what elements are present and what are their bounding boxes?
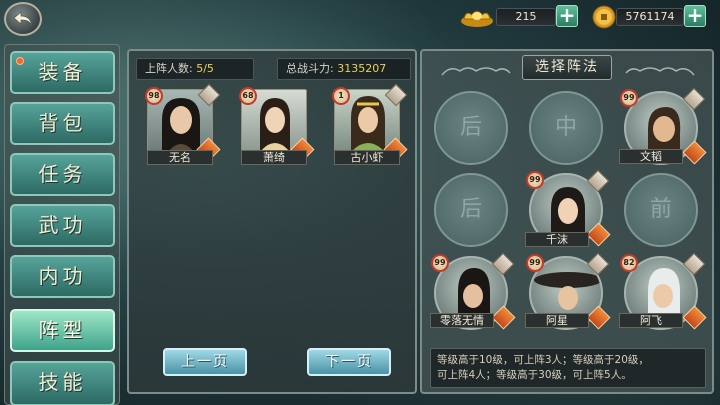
next-page-button[interactable]: 下一页 [307, 348, 391, 376]
total-power-label: 总战斗力: [286, 62, 334, 75]
hero-card[interactable]: 98 无名 [145, 83, 221, 165]
hero-card[interactable]: 1 古小虾 [332, 83, 408, 165]
hero-name: 古小虾 [334, 150, 400, 165]
coin-currency: 5761174 + [592, 5, 710, 29]
formation-slot-back[interactable]: 后 [434, 173, 508, 247]
hero-level: 1 [332, 87, 350, 105]
sidebar-item-tasks[interactable]: 任务 [10, 153, 115, 196]
sidebar-item-skills[interactable]: 技能 [10, 361, 115, 405]
hero-name: 无名 [147, 150, 213, 165]
hero-name: 阿飞 [619, 313, 683, 328]
coin-amount: 5761174 [616, 8, 684, 26]
sidebar-item-label: 内功 [38, 264, 87, 288]
hero-level: 68 [239, 87, 257, 105]
add-gold-button[interactable]: + [556, 5, 578, 27]
hero-level: 99 [526, 171, 544, 189]
sidebar-item-label: 阵型 [38, 318, 87, 342]
cloud-ornament-icon [441, 67, 511, 76]
hero-level: 99 [431, 254, 449, 272]
hero-level: 82 [620, 254, 638, 272]
hero-level: 99 [526, 254, 544, 272]
rules-line: 可上阵4人；等级高于30级，可上阵5人。 [437, 369, 632, 381]
back-button[interactable] [4, 2, 42, 36]
hero-name: 千沫 [525, 232, 589, 247]
lineup-panel: 上阵人数: 5/5 总战斗力: 3135207 98 无名 68 萧绮 1 古小… [127, 49, 417, 394]
sidebar: 装备 背包 任务 武功 内功 阵型 技能 [4, 44, 120, 405]
back-arrow-icon [13, 11, 33, 27]
formation-slot-back[interactable]: 后 [434, 91, 508, 165]
prev-page-button[interactable]: 上一页 [163, 348, 247, 376]
hero-name: 零落无情 [430, 313, 494, 328]
lineup-count-label: 上阵人数: [145, 62, 193, 75]
hero-level: 98 [145, 87, 163, 105]
rules-line: 等级高于10级，可上阵3人；等级高于20级， [437, 354, 649, 366]
sidebar-item-formation[interactable]: 阵型 [10, 309, 115, 352]
hero-card[interactable]: 68 萧绮 [239, 87, 315, 165]
add-coin-button[interactable]: + [684, 5, 706, 27]
sidebar-item-backpack[interactable]: 背包 [10, 102, 115, 145]
sidebar-item-inner-power[interactable]: 内功 [10, 255, 115, 298]
lineup-count: 上阵人数: 5/5 [136, 58, 254, 80]
sidebar-item-label: 武功 [38, 213, 87, 237]
total-power: 总战斗力: 3135207 [277, 58, 411, 80]
sidebar-item-martial-arts[interactable]: 武功 [10, 204, 115, 247]
sidebar-item-label: 技能 [38, 370, 87, 394]
gold-currency: 215 + [460, 5, 580, 29]
coin-icon [592, 5, 616, 29]
formation-slot-front[interactable]: 前 [624, 173, 698, 247]
hero-name: 文韬 [619, 149, 683, 164]
notification-dot [16, 57, 24, 65]
formation-slot-middle[interactable]: 中 [529, 91, 603, 165]
sidebar-item-label: 装备 [38, 60, 87, 84]
gold-ingot-icon [461, 11, 493, 27]
cloud-ornament-icon [625, 67, 695, 76]
hero-level: 99 [620, 89, 638, 107]
hero-name: 阿星 [525, 313, 589, 328]
formation-panel: 选择阵法 后 中 99 文韬 后 99 千沫 前 99 零落无情 99 阿星 8… [420, 49, 714, 394]
hero-name: 萧绮 [241, 150, 307, 165]
sidebar-item-equipment[interactable]: 装备 [10, 51, 115, 94]
sidebar-item-label: 任务 [38, 162, 87, 186]
lineup-count-value: 5/5 [196, 62, 214, 75]
sidebar-item-label: 背包 [38, 111, 87, 135]
total-power-value: 3135207 [337, 62, 387, 75]
select-formation-button[interactable]: 选择阵法 [522, 55, 612, 80]
gold-amount: 215 [496, 8, 556, 26]
formation-rules-text: 等级高于10级，可上阵3人；等级高于20级， 可上阵4人；等级高于30级，可上阵… [430, 348, 706, 388]
